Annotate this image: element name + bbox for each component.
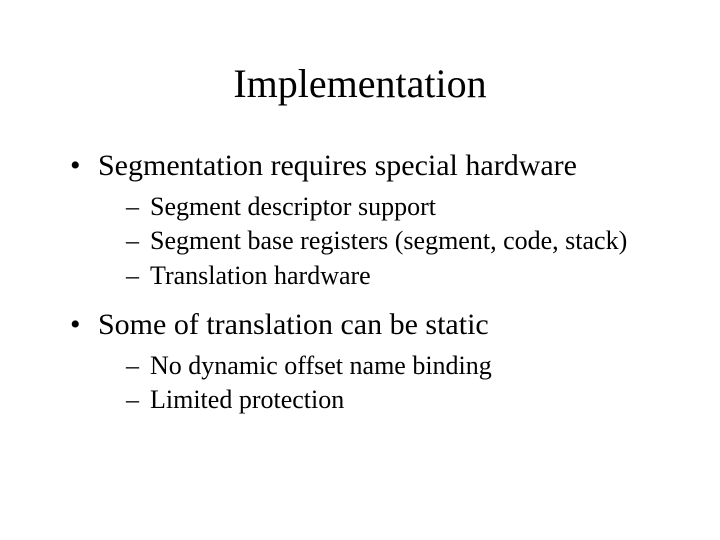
bullet-list: Segmentation requires special hardware S… xyxy=(70,147,670,417)
list-item: Some of translation can be static No dyn… xyxy=(70,306,670,417)
sub-list: Segment descriptor support Segment base … xyxy=(126,191,670,293)
slide: Implementation Segmentation requires spe… xyxy=(0,0,720,540)
bullet-text: Translation hardware xyxy=(150,261,371,290)
list-item: Segmentation requires special hardware S… xyxy=(70,147,670,292)
bullet-text: Some of translation can be static xyxy=(98,308,489,341)
bullet-text: Segment base registers (segment, code, s… xyxy=(150,226,627,255)
slide-title: Implementation xyxy=(50,60,670,107)
list-item: Translation hardware xyxy=(126,260,670,293)
list-item: Segment descriptor support xyxy=(126,191,670,224)
bullet-text: No dynamic offset name binding xyxy=(150,351,492,380)
list-item: No dynamic offset name binding xyxy=(126,350,670,383)
list-item: Segment base registers (segment, code, s… xyxy=(126,225,670,258)
bullet-text: Limited protection xyxy=(150,385,344,414)
list-item: Limited protection xyxy=(126,384,670,417)
sub-list: No dynamic offset name binding Limited p… xyxy=(126,350,670,417)
bullet-text: Segmentation requires special hardware xyxy=(98,149,577,182)
bullet-text: Segment descriptor support xyxy=(150,192,436,221)
